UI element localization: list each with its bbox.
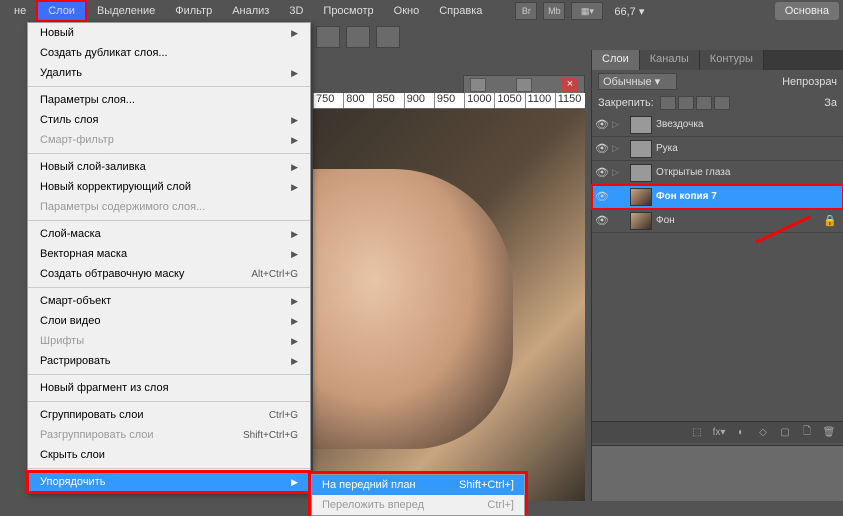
fx-icon[interactable]: fx▾ [709,425,729,441]
menu-hide-layers[interactable]: Скрыть слои [28,445,310,465]
menu-new-adjust[interactable]: Новый корректирующий слой▶ [28,177,310,197]
tab-layers[interactable]: Слои [592,50,640,70]
link-layers-icon[interactable]: ⬚ [687,425,707,441]
lock-icon: 🔒 [823,214,837,227]
menu-clipping-mask[interactable]: Создать обтравочную маскуAlt+Ctrl+G [28,264,310,284]
expand-icon[interactable]: ▷ [612,143,626,154]
layers-panel: Слои Каналы Контуры Обычные ▾ Непрозрач … [591,50,843,501]
layers-menu-dropdown: Новый▶ Создать дубликат слоя... Удалить▶… [27,22,311,493]
adjustment-icon[interactable]: ◇ [753,425,773,441]
tool-opt-1[interactable] [316,26,340,48]
layer-row[interactable]: 👁 ▷ Рука [592,137,843,161]
layer-row[interactable]: 👁 ▷ Открытые глаза [592,161,843,185]
menu-rasterize[interactable]: Растрировать▶ [28,351,310,371]
visibility-icon[interactable]: 👁 [592,166,612,179]
lock-position-icon[interactable] [678,96,694,110]
canvas-image [313,169,513,449]
blend-mode-select[interactable]: Обычные ▾ [598,73,677,90]
document-window-controls: × [463,75,585,95]
expand-icon[interactable]: ▷ [612,119,626,130]
menu-vector-mask[interactable]: Векторная маска▶ [28,244,310,264]
visibility-icon[interactable]: 👁 [592,142,612,155]
arrange-submenu: На передний планShift+Ctrl+] Переложить … [311,474,525,516]
menu-layers[interactable]: Слои [36,0,87,22]
mb-icon[interactable]: Mb [543,2,565,20]
maximize-icon[interactable] [516,78,532,92]
menu-help[interactable]: Справка [429,2,492,20]
layer-row-selected[interactable]: 👁 Фон копия 7 [592,185,843,209]
layer-name[interactable]: Рука [656,143,843,154]
panel-bottom-area [592,445,843,501]
menu-new[interactable]: Новый▶ [28,23,310,43]
layer-name[interactable]: Звездочка [656,119,843,130]
close-icon[interactable]: × [562,78,578,92]
menu-layer-props[interactable]: Параметры слоя... [28,90,310,110]
minimize-icon[interactable] [470,78,486,92]
menu-type: Шрифты▶ [28,331,310,351]
bridge-icon[interactable]: Br [515,2,537,20]
workspace-button[interactable]: Основна [775,2,839,20]
menu-new-fill[interactable]: Новый слой-заливка▶ [28,157,310,177]
menu-video-layers[interactable]: Слои видео▶ [28,311,310,331]
menu-smart-object[interactable]: Смарт-объект▶ [28,291,310,311]
arrange-icon[interactable]: ▦▾ [571,2,603,20]
menubar: не Слои Выделение Фильтр Анализ 3D Просм… [0,0,843,22]
canvas[interactable] [313,109,585,501]
layer-thumbnail[interactable] [630,188,652,206]
panel-tabs: Слои Каналы Контуры [592,50,843,70]
layers-list: 👁 ▷ Звездочка 👁 ▷ Рука 👁 ▷ Открытые глаз… [592,113,843,233]
submenu-bring-front[interactable]: На передний планShift+Ctrl+] [312,475,524,495]
menu-group[interactable]: Сгруппировать слоиCtrl+G [28,405,310,425]
menu-new-slice[interactable]: Новый фрагмент из слоя [28,378,310,398]
menu-view[interactable]: Просмотр [313,2,383,20]
mask-icon[interactable]: ◐ [731,425,751,441]
menu-smart-filter: Смарт-фильтр▶ [28,130,310,150]
expand-icon[interactable]: ▷ [612,167,626,178]
menu-filter[interactable]: Фильтр [165,2,222,20]
menu-arrange[interactable]: Упорядочить▶ [28,472,310,492]
menu-3d[interactable]: 3D [279,2,313,20]
menu-analysis[interactable]: Анализ [222,2,279,20]
folder-icon [630,140,652,158]
menu-window[interactable]: Окно [384,2,430,20]
tool-opt-2[interactable] [346,26,370,48]
folder-icon [630,164,652,182]
layer-name[interactable]: Открытые глаза [656,167,843,178]
lock-pixels-icon[interactable] [660,96,676,110]
new-layer-icon[interactable]: 🗋 [797,425,817,441]
layer-row[interactable]: 👁 Фон 🔒 [592,209,843,233]
lock-buttons [660,96,730,110]
tab-channels[interactable]: Каналы [640,50,700,70]
layer-row[interactable]: 👁 ▷ Звездочка [592,113,843,137]
menu-layer-style[interactable]: Стиль слоя▶ [28,110,310,130]
lock-fill-icon[interactable] [714,96,730,110]
trash-icon[interactable]: 🗑 [819,425,839,441]
lock-all-icon[interactable] [696,96,712,110]
menu-select[interactable]: Выделение [87,2,165,20]
options-bar [310,22,406,52]
zoom-level[interactable]: 66,7 ▾ [606,5,652,18]
menu-content-opts: Параметры содержимого слоя... [28,197,310,217]
ruler-horizontal: 7508008509009501000105011001150 [313,93,585,109]
tool-opt-3[interactable] [376,26,400,48]
opacity-label: Непрозрач [782,76,837,88]
layer-name[interactable]: Фон копия 7 [656,191,843,202]
group-icon[interactable]: ▢ [775,425,795,441]
layers-panel-footer: ⬚ fx▾ ◐ ◇ ▢ 🗋 🗑 [592,421,843,443]
layer-thumbnail[interactable] [630,212,652,230]
menu-delete[interactable]: Удалить▶ [28,63,310,83]
menu-duplicate-layer[interactable]: Создать дубликат слоя... [28,43,310,63]
menu-ungroup: Разгруппировать слоиShift+Ctrl+G [28,425,310,445]
submenu-bring-forward[interactable]: Переложить впередCtrl+] [312,495,524,515]
menu-layer-mask[interactable]: Слой-маска▶ [28,224,310,244]
lock-label: Закрепить: [598,97,654,109]
visibility-icon[interactable]: 👁 [592,190,612,203]
visibility-icon[interactable]: 👁 [592,214,612,227]
menu-prev[interactable]: не [4,2,36,20]
visibility-icon[interactable]: 👁 [592,118,612,131]
folder-icon [630,116,652,134]
fill-label: За [824,97,837,109]
tab-paths[interactable]: Контуры [700,50,764,70]
